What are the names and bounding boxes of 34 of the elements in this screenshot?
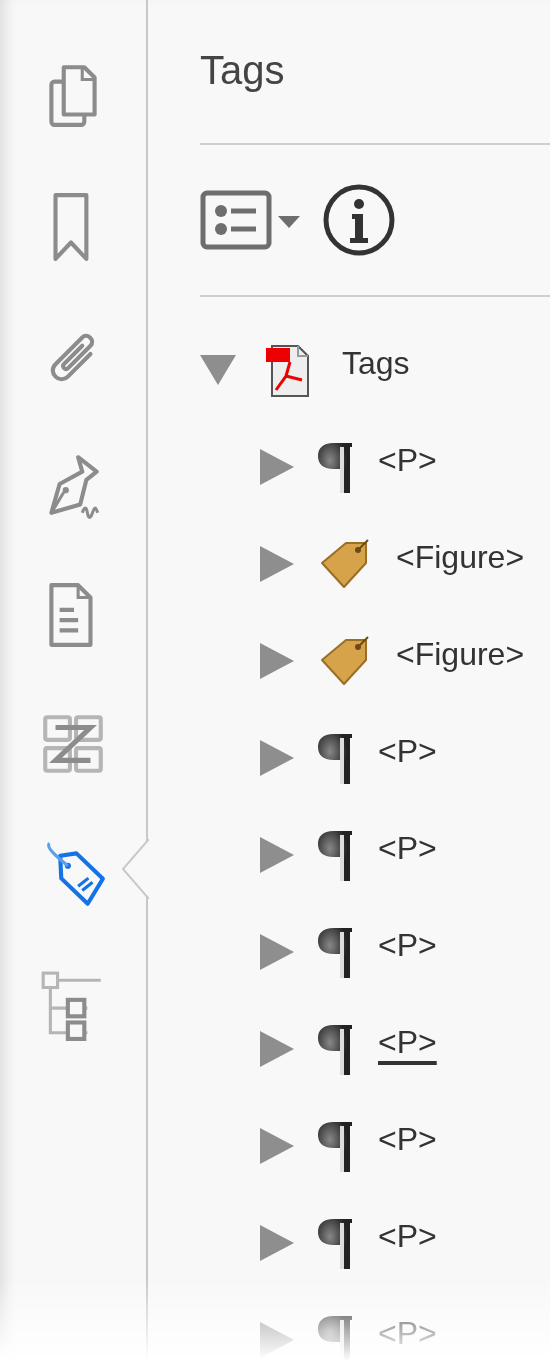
pilcrow-icon (318, 731, 354, 784)
tag-label[interactable]: <P> (378, 443, 437, 476)
pilcrow-icon (318, 1313, 354, 1361)
tag-label[interactable]: <P> (378, 1025, 437, 1058)
tag-label[interactable]: <P> (378, 928, 437, 961)
expand-triangle[interactable] (260, 1127, 294, 1164)
pilcrow-icon (318, 828, 354, 881)
tag-icon (318, 536, 372, 591)
expand-triangle[interactable] (260, 739, 294, 776)
panel-title: Tags (200, 47, 286, 94)
expand-triangle[interactable] (260, 1321, 294, 1358)
expand-triangle[interactable] (260, 642, 294, 679)
tag-icon (318, 633, 372, 688)
pilcrow-icon (318, 440, 354, 493)
tag-label[interactable]: <P> (378, 831, 437, 864)
expand-triangle[interactable] (260, 1224, 294, 1261)
info-button[interactable] (322, 183, 396, 257)
pilcrow-icon (318, 925, 354, 978)
expand-triangle[interactable] (260, 1030, 294, 1067)
pilcrow-icon (318, 1119, 354, 1172)
tag-label[interactable]: <Figure> (396, 540, 525, 573)
expand-triangle[interactable] (260, 933, 294, 970)
tag-label[interactable]: <P> (378, 1219, 437, 1252)
expand-triangle[interactable] (260, 545, 294, 582)
pilcrow-icon (318, 1022, 354, 1075)
collapse-triangle[interactable] (200, 354, 236, 385)
expand-triangle[interactable] (260, 836, 294, 873)
tag-label[interactable]: <Figure> (396, 637, 525, 670)
tag-label[interactable]: Tags (342, 346, 410, 379)
tag-label[interactable]: <P> (378, 734, 437, 767)
options-menu-button[interactable] (200, 190, 302, 250)
tag-label[interactable]: <P> (378, 1122, 437, 1155)
expand-triangle[interactable] (260, 448, 294, 485)
pilcrow-icon (318, 1216, 354, 1269)
